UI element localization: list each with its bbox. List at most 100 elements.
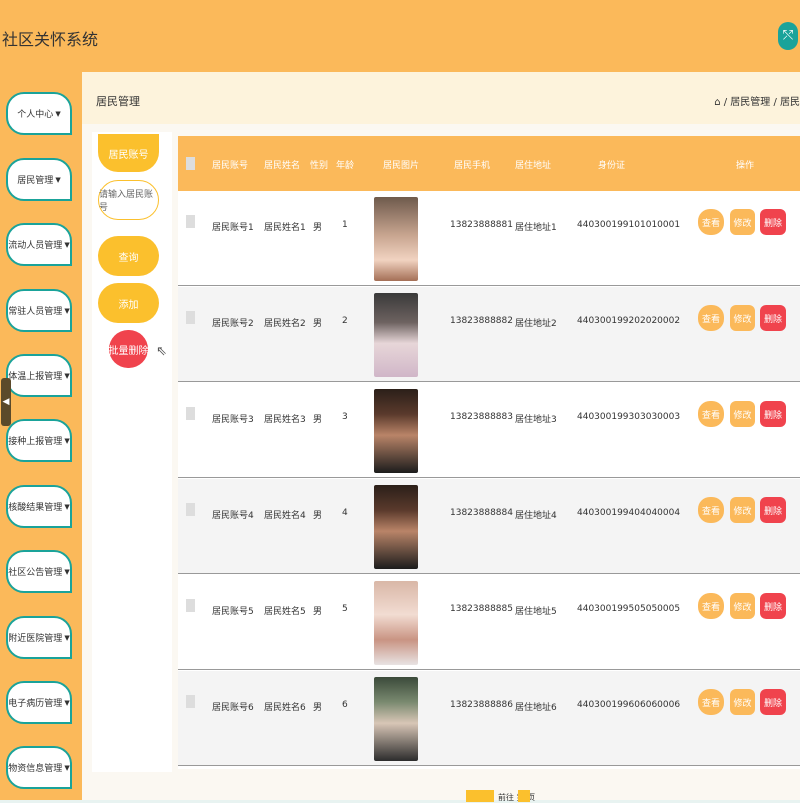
column-header-account[interactable]: 居民账号 <box>212 158 248 171</box>
cell-id-card: 440300199202020002 <box>577 316 681 326</box>
query-button[interactable]: 查询 <box>98 236 159 276</box>
edit-button[interactable]: 修改 <box>730 689 755 715</box>
sidebar-item-vaccination[interactable]: 接种上报管理 ▼ <box>6 419 72 462</box>
cell-name: 居民姓名6 <box>264 703 306 713</box>
sidebar-item-supplies[interactable]: 物资信息管理 ▼ <box>6 746 72 789</box>
delete-button[interactable]: 删除 <box>760 593 786 619</box>
column-header-id-card[interactable]: 身份证 <box>598 158 625 171</box>
cell-age: 2 <box>342 316 348 326</box>
chevron-down-icon: ▼ <box>55 109 61 118</box>
cell-id-card: 440300199101010001 <box>577 220 681 230</box>
table-row: 居民账号4 居民姓名4 男 4 13823888884 居住地址4 440300… <box>178 479 800 574</box>
sidebar-item-permanent[interactable]: 常驻人员管理 ▼ <box>6 289 72 332</box>
sidebar-item-label: 流动人员管理 <box>8 241 63 251</box>
search-field-label: 居民账号 <box>98 134 159 172</box>
column-header-actions: 操作 <box>736 161 755 171</box>
sidebar-item-label: 居民管理 <box>17 176 54 186</box>
chevron-down-icon: ▼ <box>64 240 70 249</box>
sidebar-item-residents[interactable]: 居民管理 ▼ <box>6 158 72 201</box>
cell-name: 居民姓名1 <box>264 223 306 233</box>
search-input[interactable]: 请输入居民账号 <box>98 180 159 220</box>
chevron-down-icon: ▼ <box>64 633 70 642</box>
cursor-icon: ⇖ <box>156 344 167 359</box>
breadcrumb[interactable]: ⌂ / 居民管理 / 居民 <box>714 93 800 108</box>
row-checkbox[interactable] <box>186 311 195 324</box>
batch-delete-button[interactable]: 批量删除 <box>109 330 149 368</box>
delete-button[interactable]: 删除 <box>760 497 786 523</box>
row-checkbox[interactable] <box>186 503 195 516</box>
sidebar-item-temperature[interactable]: 体温上报管理 ▼ <box>6 354 72 397</box>
edit-button[interactable]: 修改 <box>730 497 755 523</box>
view-button[interactable]: 查看 <box>698 689 724 715</box>
residents-table: 居民账号 居民姓名 性别 年龄 居民图片 居民手机 居住地址 身份证 操作 居民… <box>178 136 800 769</box>
row-checkbox[interactable] <box>186 599 195 612</box>
collapse-sidebar-icon[interactable]: ◀ <box>1 378 11 426</box>
resident-photo <box>374 293 418 377</box>
cell-phone: 13823888886 <box>450 700 513 710</box>
sidebar-item-announcement[interactable]: 社区公告管理 ▼ <box>6 550 72 593</box>
cell-account: 居民账号3 <box>212 415 254 425</box>
cell-account: 居民账号5 <box>212 607 254 617</box>
row-checkbox[interactable] <box>186 215 195 228</box>
column-header-phone[interactable]: 居民手机 <box>454 158 490 171</box>
column-header-age[interactable]: 年龄 <box>336 158 354 171</box>
sidebar-item-hospital[interactable]: 附近医院管理 ▼ <box>6 616 72 659</box>
table-row: 居民账号5 居民姓名5 男 5 13823888885 居住地址5 440300… <box>178 575 800 670</box>
row-checkbox[interactable] <box>186 407 195 420</box>
cell-account: 居民账号1 <box>212 223 254 233</box>
view-button[interactable]: 查看 <box>698 497 724 523</box>
edit-button[interactable]: 修改 <box>730 593 755 619</box>
sidebar-item-floating[interactable]: 流动人员管理 ▼ <box>6 223 72 266</box>
column-header-gender[interactable]: 性别 <box>310 158 328 171</box>
cell-address: 居住地址1 <box>515 223 557 233</box>
cell-age: 4 <box>342 508 348 518</box>
cell-name: 居民姓名4 <box>264 511 306 521</box>
view-button[interactable]: 查看 <box>698 209 724 235</box>
resident-photo <box>374 677 418 761</box>
cell-gender: 男 <box>313 223 323 233</box>
cell-age: 5 <box>342 604 348 614</box>
edit-button[interactable]: 修改 <box>730 401 755 427</box>
delete-button[interactable]: 删除 <box>760 689 786 715</box>
view-button[interactable]: 查看 <box>698 305 724 331</box>
edit-button[interactable]: 修改 <box>730 305 755 331</box>
cell-age: 1 <box>342 220 348 230</box>
cell-phone: 13823888883 <box>450 412 513 422</box>
sidebar-item-personal-center[interactable]: 个人中心 ▼ <box>6 92 72 135</box>
add-button[interactable]: 添加 <box>98 283 159 323</box>
view-button[interactable]: 查看 <box>698 401 724 427</box>
delete-button[interactable]: 删除 <box>760 401 786 427</box>
page-number-input[interactable] <box>518 790 530 802</box>
row-checkbox[interactable] <box>186 695 195 708</box>
select-all-checkbox[interactable] <box>186 157 195 170</box>
page-size-select[interactable] <box>466 790 494 802</box>
sidebar-item-label: 常驻人员管理 <box>8 307 63 317</box>
cell-gender: 男 <box>313 607 323 617</box>
cell-address: 居住地址4 <box>515 511 557 521</box>
chevron-down-icon: ▼ <box>64 763 70 772</box>
chevron-down-icon: ▼ <box>64 436 70 445</box>
column-header-name[interactable]: 居民姓名 <box>264 158 300 171</box>
delete-button[interactable]: 删除 <box>760 209 786 235</box>
edit-button[interactable]: 修改 <box>730 209 755 235</box>
breadcrumb-bar: 居民管理 ⌂ / 居民管理 / 居民 <box>82 72 800 124</box>
chevron-down-icon: ▼ <box>64 306 70 315</box>
cell-id-card: 440300199505050005 <box>577 604 681 614</box>
cell-gender: 男 <box>313 511 323 521</box>
cell-age: 6 <box>342 700 348 710</box>
cell-phone: 13823888881 <box>450 220 513 230</box>
sidebar-item-nucleic[interactable]: 核酸结果管理 ▼ <box>6 485 72 528</box>
delete-button[interactable]: 删除 <box>760 305 786 331</box>
table-row: 居民账号6 居民姓名6 男 6 13823888886 居住地址6 440300… <box>178 671 800 766</box>
table-row: 居民账号2 居民姓名2 男 2 13823888882 居住地址2 440300… <box>178 287 800 382</box>
cell-phone: 13823888882 <box>450 316 513 326</box>
sidebar-item-medical-record[interactable]: 电子病历管理 ▼ <box>6 681 72 724</box>
cell-name: 居民姓名3 <box>264 415 306 425</box>
exit-icon[interactable]: ⤲ <box>778 22 798 50</box>
view-button[interactable]: 查看 <box>698 593 724 619</box>
column-header-address[interactable]: 居住地址 <box>515 158 551 171</box>
sidebar-item-label: 核酸结果管理 <box>8 503 63 513</box>
chevron-down-icon: ▼ <box>64 502 70 511</box>
cell-phone: 13823888884 <box>450 508 513 518</box>
cell-address: 居住地址5 <box>515 607 557 617</box>
